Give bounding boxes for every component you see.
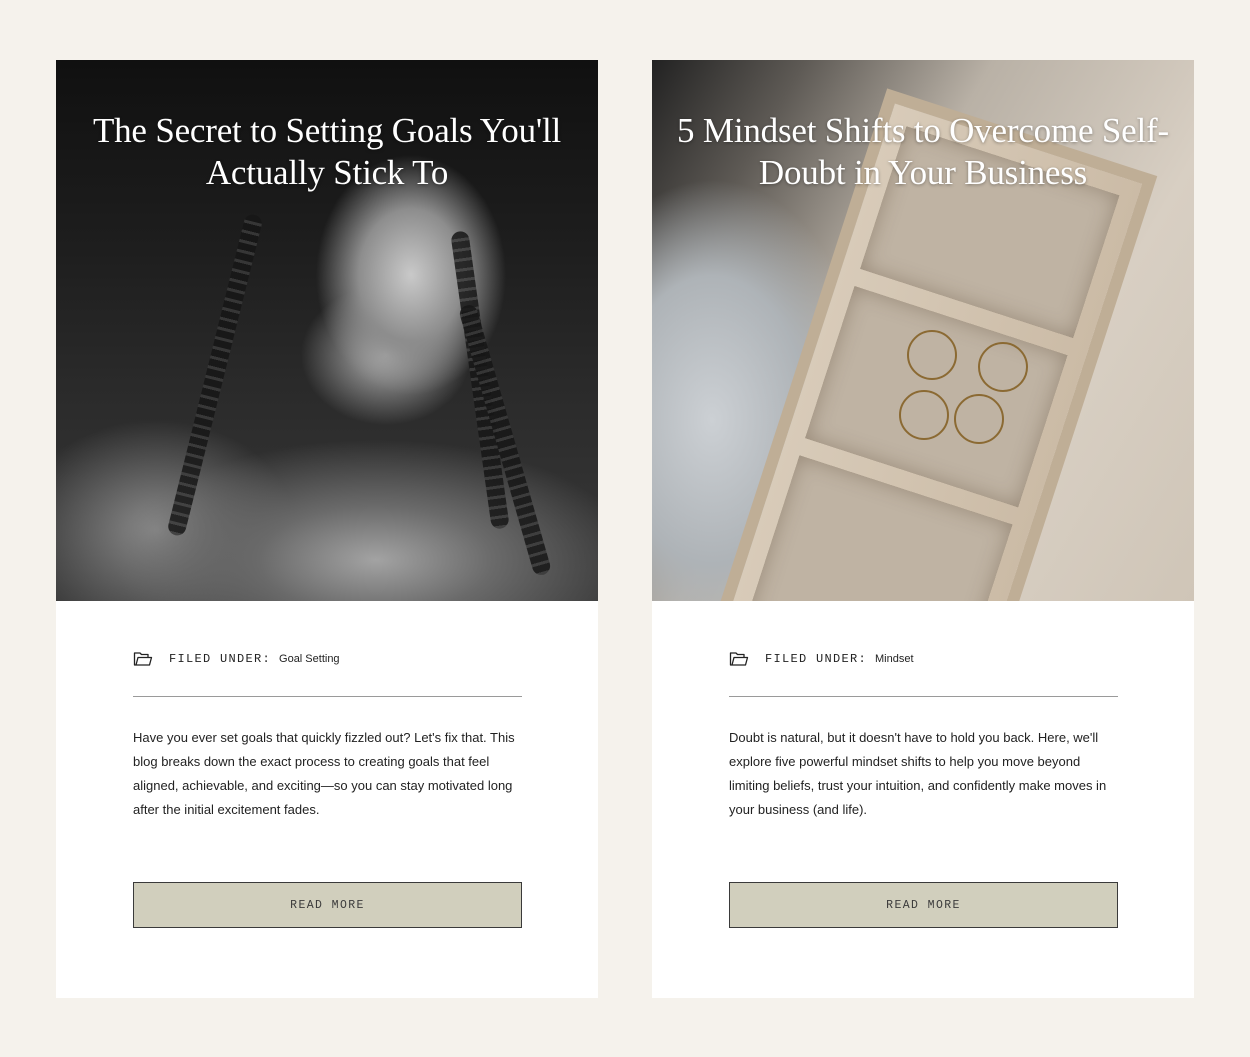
post-meta: FILED UNDER: Mindset [729,650,914,668]
post-meta: FILED UNDER: Goal Setting [133,650,340,668]
divider [133,696,522,697]
post-excerpt: Have you ever set goals that quickly fiz… [133,730,515,817]
image-detail [907,330,957,380]
folder-icon [133,651,153,667]
image-detail [457,302,553,578]
read-more-button[interactable]: READ MORE [133,882,522,928]
filed-under-label: FILED UNDER: [765,652,868,666]
folder-icon [729,651,749,667]
post-featured-image[interactable]: The Secret to Setting Goals You'll Actua… [56,60,598,601]
image-detail [954,394,1004,444]
post-excerpt: Doubt is natural, but it doesn't have to… [729,730,1107,817]
post-title[interactable]: The Secret to Setting Goals You'll Actua… [76,110,578,194]
blog-card: The Secret to Setting Goals You'll Actua… [56,60,598,998]
post-title[interactable]: 5 Mindset Shifts to Overcome Self-Doubt … [672,110,1174,194]
image-detail [166,212,264,538]
image-detail [978,342,1028,392]
category-link[interactable]: Mindset [875,653,914,665]
filed-under-label: FILED UNDER: [169,652,272,666]
read-more-button[interactable]: READ MORE [729,882,1118,928]
blog-card: 5 Mindset Shifts to Overcome Self-Doubt … [652,60,1194,998]
post-featured-image[interactable]: 5 Mindset Shifts to Overcome Self-Doubt … [652,60,1194,601]
image-detail [899,390,949,440]
category-link[interactable]: Goal Setting [279,653,340,665]
divider [729,696,1118,697]
